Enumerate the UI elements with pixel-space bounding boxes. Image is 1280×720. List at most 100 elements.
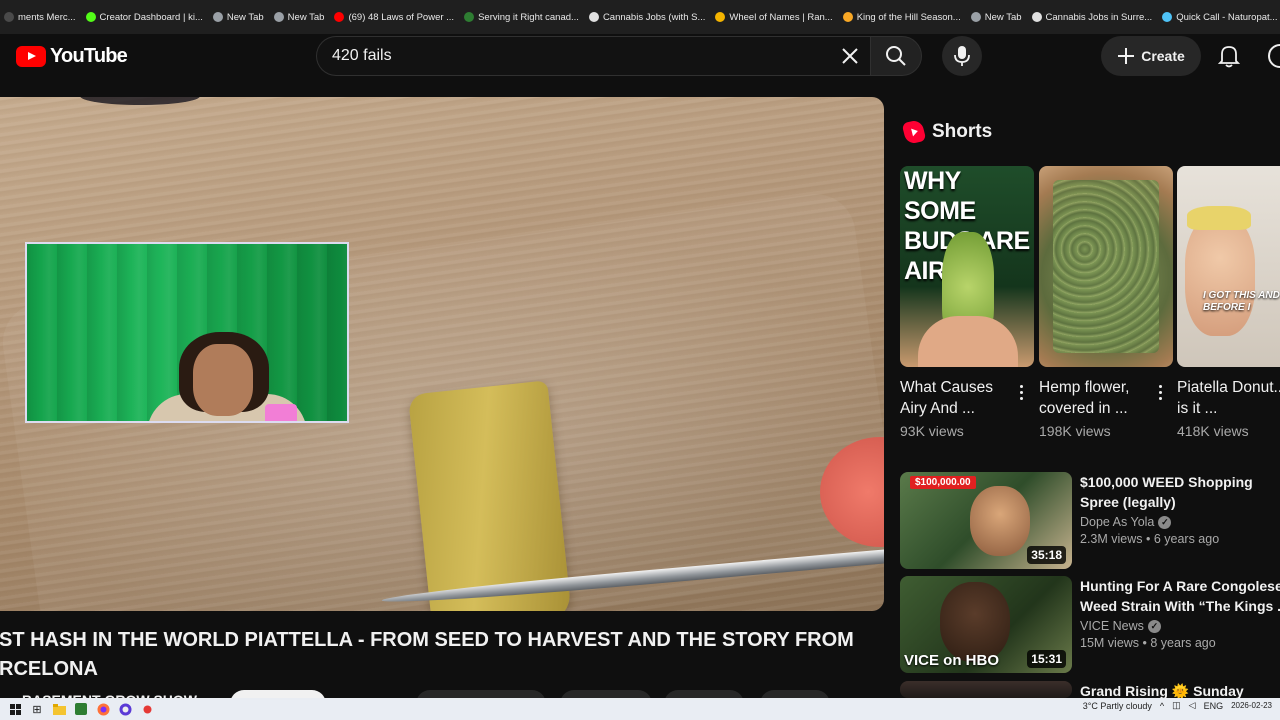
more-options-icon[interactable] bbox=[1153, 380, 1167, 404]
account-avatar[interactable] bbox=[1268, 44, 1280, 68]
bookmark-item[interactable]: King of the Hill Season... bbox=[842, 11, 961, 23]
recommended-video[interactable]: VICE on HBO 15:31 Hunting For A Rare Con… bbox=[900, 576, 1280, 673]
search-box bbox=[316, 36, 870, 76]
video-thumbnail[interactable]: VICE on HBO 15:31 bbox=[900, 576, 1072, 673]
short-title[interactable]: Piatella Donut.. is it ... bbox=[1177, 377, 1280, 419]
chevron-up-icon[interactable]: ^ bbox=[1160, 701, 1164, 711]
hash-block bbox=[407, 380, 573, 611]
streamer-face bbox=[193, 344, 253, 416]
bookmark-label: King of the Hill Season... bbox=[856, 11, 961, 23]
short-thumbnail[interactable]: WHY SOME BUDS ARE AIRY bbox=[900, 166, 1034, 367]
bookmark-label: Cannabis Jobs in Surre... bbox=[1045, 11, 1153, 23]
bookmark-favicon-icon bbox=[334, 12, 345, 22]
bookmark-item[interactable]: Cannabis Jobs (with S... bbox=[588, 12, 705, 23]
bookmark-item[interactable]: Cannabis Jobs in Surre... bbox=[1031, 11, 1153, 23]
video-thumbnail[interactable] bbox=[900, 681, 1072, 698]
bookmark-item[interactable]: (69) 48 Laws of Power ... bbox=[334, 12, 454, 23]
short-item[interactable]: WHY SOME BUDS ARE AIRY What Causes Airy … bbox=[900, 166, 1034, 439]
bookmark-label: Quick Call - Naturopat... bbox=[1176, 11, 1278, 23]
video-title-continued[interactable]: Spree (legally) bbox=[1080, 492, 1280, 512]
firefox-icon[interactable] bbox=[96, 702, 110, 716]
video-duration: 15:31 bbox=[1027, 650, 1066, 668]
create-label: Create bbox=[1141, 48, 1185, 64]
video-title[interactable]: Hunting For A Rare Congolese bbox=[1080, 576, 1280, 596]
person-face-image bbox=[1185, 216, 1255, 336]
bookmark-favicon-icon bbox=[970, 12, 981, 22]
bookmark-favicon-icon bbox=[464, 12, 475, 22]
weather-widget[interactable]: 3°C Partly cloudy bbox=[1083, 701, 1152, 711]
video-title[interactable]: $100,000 WEED Shopping bbox=[1080, 472, 1280, 492]
shorts-heading: Shorts bbox=[932, 121, 993, 142]
hand-image bbox=[918, 316, 1018, 367]
voice-search-button[interactable] bbox=[942, 36, 982, 76]
bookmark-favicon-icon bbox=[1031, 12, 1042, 22]
file-explorer-icon[interactable] bbox=[52, 702, 66, 716]
clear-search-button[interactable] bbox=[836, 42, 864, 70]
short-views: 418K views bbox=[1177, 423, 1249, 439]
task-view-icon[interactable]: ⊞ bbox=[30, 702, 44, 716]
bookmark-label: Wheel of Names | Ran... bbox=[729, 11, 833, 23]
shorts-icon bbox=[901, 118, 927, 146]
windows-start-icon[interactable] bbox=[8, 702, 22, 716]
recommended-video[interactable]: $100,000.00 35:18 $100,000 WEED Shopping… bbox=[900, 472, 1280, 569]
shorts-header: Shorts bbox=[901, 118, 993, 146]
video-player[interactable] bbox=[0, 97, 884, 611]
bookmark-item[interactable]: New Tab bbox=[273, 12, 324, 23]
short-thumb-overlay: I GOT THIS AND BEFORE I bbox=[1203, 290, 1280, 313]
short-thumbnail[interactable]: I GOT THIS AND BEFORE I bbox=[1177, 166, 1280, 367]
video-details: Hunting For A Rare Congolese Weed Strain… bbox=[1080, 576, 1280, 673]
bookmark-item[interactable]: Quick Call - Naturopat... bbox=[1162, 11, 1278, 23]
youtube-play-icon bbox=[16, 46, 46, 67]
person-thumb bbox=[940, 582, 1010, 662]
bookmark-item[interactable]: Creator Dashboard | ki... bbox=[85, 11, 203, 23]
obs-icon[interactable] bbox=[118, 702, 132, 716]
search-button[interactable] bbox=[870, 36, 922, 76]
webcam-overlay bbox=[25, 242, 349, 423]
short-views: 93K views bbox=[900, 423, 964, 439]
person-thumb bbox=[970, 486, 1030, 556]
channel-name[interactable]: VICE News bbox=[1080, 619, 1144, 633]
bookmark-favicon-icon bbox=[273, 12, 284, 22]
clock[interactable]: 2026-02-23 bbox=[1231, 701, 1272, 710]
blonde-hair bbox=[1187, 206, 1251, 230]
video-title-continued[interactable]: Weed Strain With “The Kings ... bbox=[1080, 596, 1280, 616]
bookmark-item[interactable]: New Tab bbox=[970, 11, 1022, 23]
bookmark-item[interactable]: Serving it Right canad... bbox=[464, 12, 579, 23]
network-icon[interactable]: ◫ bbox=[1172, 700, 1181, 711]
date-text: 2026-02-23 bbox=[1231, 701, 1272, 710]
short-thumbnail[interactable] bbox=[1039, 166, 1173, 367]
short-item[interactable]: I GOT THIS AND BEFORE I Piatella Donut..… bbox=[1177, 166, 1280, 439]
bookmark-item[interactable]: ments Merc... bbox=[4, 12, 76, 23]
buds-pile bbox=[1053, 180, 1159, 353]
channel-row[interactable]: Dope As Yola ✓ bbox=[1080, 515, 1280, 529]
create-button[interactable]: Create bbox=[1101, 36, 1201, 76]
channel-name[interactable]: Dope As Yola bbox=[1080, 515, 1154, 529]
video-thumbnail[interactable]: $100,000.00 35:18 bbox=[900, 472, 1072, 569]
bookmark-label: New Tab bbox=[984, 11, 1022, 23]
video-title-line-2: RCELONA bbox=[0, 658, 98, 680]
language-indicator[interactable]: ENG bbox=[1204, 701, 1224, 711]
volume-icon[interactable]: ◁ bbox=[1189, 700, 1196, 711]
short-item[interactable]: Hemp flower, covered in ... 198K views bbox=[1039, 166, 1173, 439]
notifications-button[interactable] bbox=[1214, 41, 1244, 71]
video-meta: 15M views • 8 years ago bbox=[1080, 636, 1216, 650]
youtube-logo[interactable]: YouTube bbox=[16, 45, 128, 68]
verified-icon: ✓ bbox=[1158, 515, 1172, 529]
bookmark-favicon-icon bbox=[1162, 12, 1173, 22]
record-app-icon[interactable] bbox=[140, 702, 154, 716]
bookmark-label: ments Merc... bbox=[18, 11, 76, 23]
short-title[interactable]: Hemp flower, covered in ... bbox=[1039, 377, 1149, 419]
bookmark-label: Creator Dashboard | ki... bbox=[99, 11, 203, 23]
app-icon[interactable] bbox=[74, 702, 88, 716]
video-details: $100,000 WEED Shopping Spree (legally) D… bbox=[1080, 472, 1280, 569]
short-views: 198K views bbox=[1039, 423, 1111, 439]
search-input[interactable] bbox=[332, 37, 832, 75]
channel-row[interactable]: VICE News ✓ bbox=[1080, 619, 1280, 633]
bookmark-favicon-icon bbox=[842, 12, 853, 22]
bookmark-item[interactable]: New Tab bbox=[212, 12, 264, 23]
short-title[interactable]: What Causes Airy And ... bbox=[900, 377, 1010, 419]
microphone-icon bbox=[954, 46, 970, 66]
video-title-line-1: ST HASH IN THE WORLD PIATTELLA - FROM SE… bbox=[0, 629, 854, 651]
bookmark-item[interactable]: Wheel of Names | Ran... bbox=[715, 11, 833, 23]
more-options-icon[interactable] bbox=[1014, 380, 1028, 404]
